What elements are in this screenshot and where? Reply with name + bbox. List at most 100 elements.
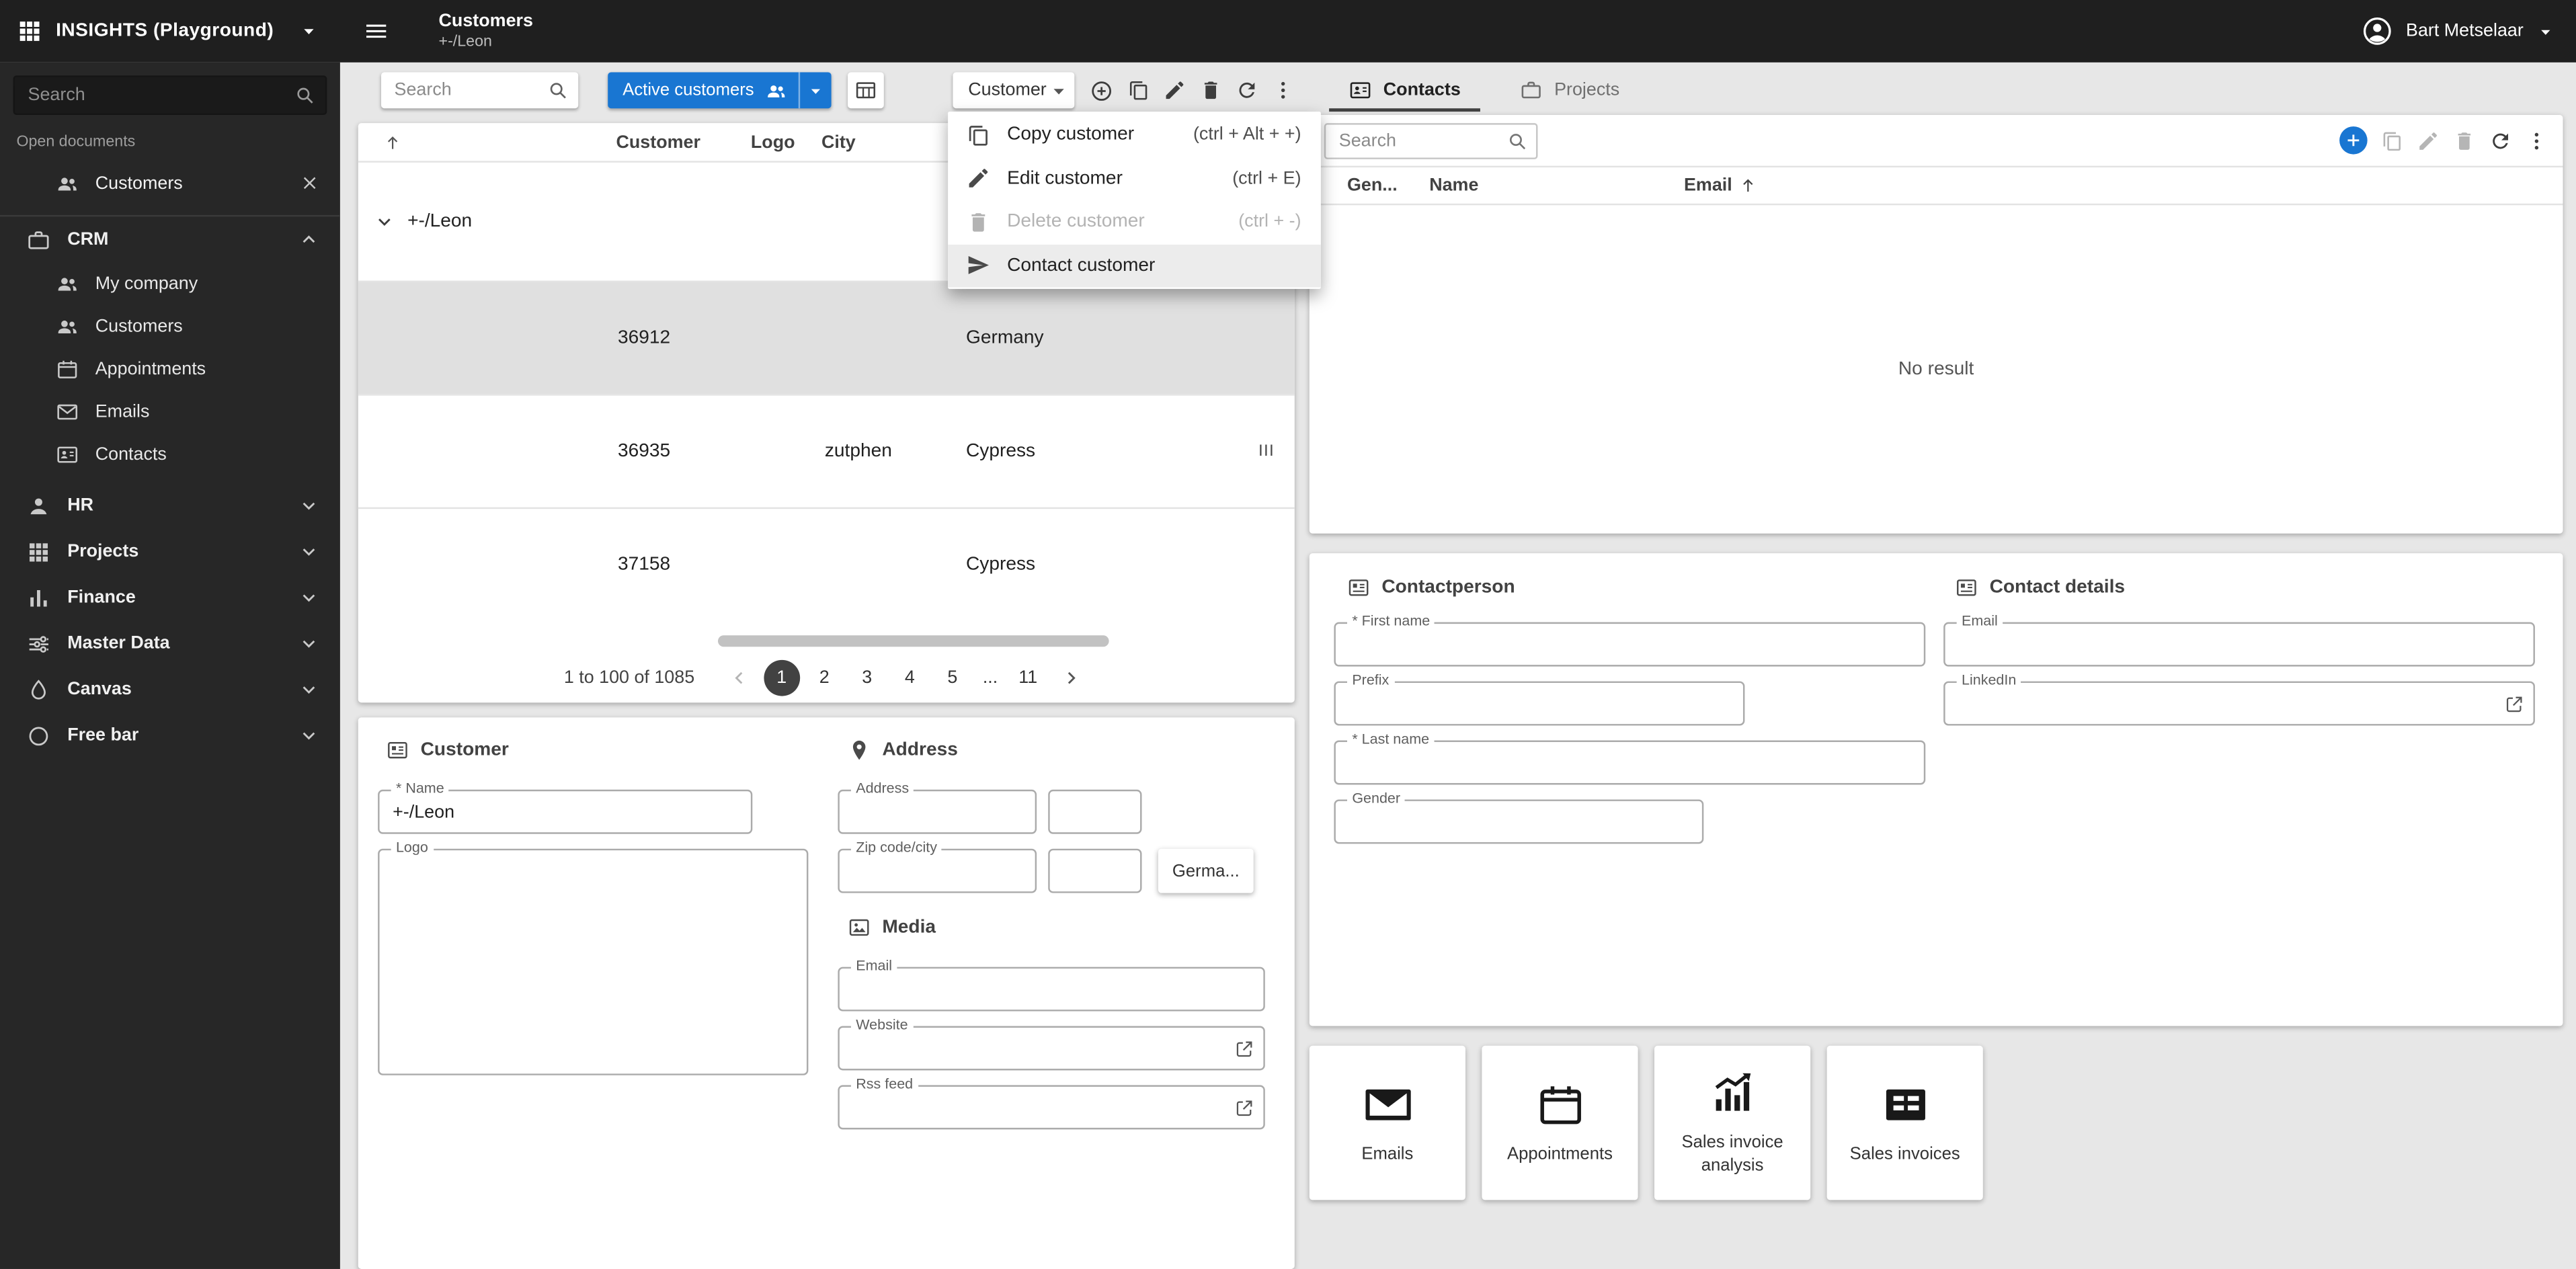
contacts-table-header: Gen... Name Email (1309, 165, 2563, 206)
active-customers-filter-button[interactable]: Active customers (608, 72, 832, 109)
open-in-new-icon[interactable] (2504, 693, 2526, 714)
edit-customer-button[interactable] (1163, 79, 1186, 101)
sidebar-search-input[interactable] (13, 75, 327, 115)
page-button-3[interactable]: 3 (849, 659, 885, 696)
close-icon[interactable] (299, 172, 321, 194)
contact-email-input[interactable] (1945, 624, 2534, 665)
shortcut-sales-invoice-analysis[interactable]: Sales invoice analysis (1654, 1045, 1811, 1200)
page-button-11[interactable]: 11 (1010, 659, 1046, 696)
tab-projects[interactable]: Projects (1500, 72, 1639, 112)
cell-country: Cypress (966, 555, 1036, 575)
prefix-input[interactable] (1335, 683, 1743, 725)
column-header-gender[interactable]: Gen... (1347, 175, 1398, 195)
customer-actions-dropdown-button[interactable]: Customer (953, 72, 1075, 109)
sidebar-item-appointments[interactable]: Appointments (0, 348, 340, 391)
name-input[interactable] (379, 791, 751, 833)
open-in-new-icon[interactable] (1234, 1038, 1255, 1059)
table-row[interactable]: 36912 Germany (358, 280, 1295, 395)
first-name-input[interactable] (1335, 624, 1924, 665)
sidebar-item-customers[interactable]: Customers (0, 305, 340, 348)
table-row[interactable]: 37158 Cypress (358, 507, 1295, 621)
chevron-down-icon (297, 632, 320, 655)
column-header-city[interactable]: City (821, 132, 856, 152)
sidebar-item-contacts[interactable]: Contacts (0, 434, 340, 477)
zip-input[interactable] (839, 850, 1035, 892)
address-number-input[interactable] (1049, 791, 1141, 833)
column-header-name[interactable]: Name (1429, 175, 1478, 195)
country-button[interactable]: Germa... (1158, 848, 1254, 893)
sidebar-section-canvas[interactable]: Canvas (0, 667, 340, 712)
last-name-input[interactable] (1335, 741, 1924, 784)
badge-icon (1955, 576, 1978, 599)
sidebar-item-emails[interactable]: Emails (0, 391, 340, 434)
menu-item-edit-customer[interactable]: Edit customer (ctrl + E) (948, 157, 1321, 200)
top-bar: INSIGHTS (Playground) Customers +-/Leon … (0, 0, 2576, 63)
more-options-button[interactable] (2525, 129, 2548, 152)
sidebar-section-hr[interactable]: HR (0, 483, 340, 528)
shortcut-sales-invoices[interactable]: Sales invoices (1826, 1045, 1983, 1200)
website-field: Website (838, 1017, 1265, 1071)
sidebar-section-master-data[interactable]: Master Data (0, 620, 340, 666)
delete-customer-button[interactable] (1199, 79, 1222, 101)
app-brand[interactable]: INSIGHTS (Playground) (0, 0, 340, 63)
gender-input[interactable] (1335, 801, 1702, 842)
sidebar-section-finance[interactable]: Finance (0, 575, 340, 620)
email-input[interactable] (839, 969, 1264, 1010)
menu-item-copy-customer[interactable]: Copy customer (ctrl + Alt + +) (948, 114, 1321, 157)
copy-customer-button[interactable] (1127, 79, 1150, 101)
sidebar-section-free-bar[interactable]: Free bar (0, 712, 340, 758)
sidebar-item-my-company[interactable]: My company (0, 263, 340, 306)
shortcut-emails[interactable]: Emails (1309, 1045, 1465, 1200)
menu-item-delete-customer[interactable]: Delete customer (ctrl + -) (948, 200, 1321, 244)
table-row[interactable]: 36935 zutphen Cypress III (358, 394, 1295, 507)
shortcut-appointments[interactable]: Appointments (1482, 1045, 1638, 1200)
column-layout-button[interactable] (847, 72, 884, 109)
contacts-search-input[interactable] (1324, 122, 1538, 159)
refresh-button[interactable] (2489, 129, 2512, 152)
edit-contact-button[interactable] (2417, 129, 2440, 152)
next-page-button[interactable] (1053, 659, 1089, 696)
logo-input[interactable] (379, 850, 807, 1074)
section-title: Customer (420, 740, 509, 760)
sidebar-section-projects[interactable]: Projects (0, 528, 340, 574)
calendar-icon (1535, 1080, 1584, 1129)
bar-chart-icon (26, 585, 51, 610)
page-button-2[interactable]: 2 (806, 659, 842, 696)
chevron-down-icon (297, 724, 320, 747)
address-section-header: Address (848, 739, 958, 762)
address-input[interactable] (839, 791, 1035, 833)
page-button-5[interactable]: 5 (934, 659, 971, 696)
linkedin-input[interactable] (1945, 683, 2534, 725)
more-options-button[interactable] (1272, 79, 1295, 101)
tab-contacts[interactable]: Contacts (1329, 72, 1481, 112)
column-header-customer[interactable]: Customer (616, 132, 700, 152)
chevron-down-icon (297, 540, 320, 563)
open-document-customers[interactable]: Customers (0, 161, 340, 205)
filter-dropdown-button[interactable] (800, 79, 831, 101)
empty-result-text: No result (1898, 359, 1974, 380)
open-in-new-icon[interactable] (1234, 1097, 1255, 1118)
delete-contact-button[interactable] (2453, 129, 2476, 152)
invoice-icon (1880, 1080, 1929, 1129)
website-input[interactable] (839, 1027, 1264, 1069)
column-header-logo[interactable]: Logo (751, 132, 795, 152)
previous-page-button[interactable] (721, 659, 757, 696)
hamburger-menu-button[interactable] (363, 18, 389, 44)
city-input[interactable] (1049, 850, 1141, 892)
copy-contact-button[interactable] (2380, 129, 2403, 152)
sort-column-button[interactable] (383, 132, 402, 152)
rss-feed-input[interactable] (839, 1086, 1264, 1128)
column-header-label: Email (1683, 175, 1732, 196)
add-contact-button[interactable] (2339, 126, 2368, 155)
sidebar-section-crm[interactable]: CRM (0, 216, 340, 262)
briefcase-icon (1520, 79, 1543, 101)
refresh-button[interactable] (1236, 79, 1258, 101)
column-header-email[interactable]: Email (1683, 175, 1759, 196)
page-button-1[interactable]: 1 (763, 659, 800, 696)
menu-item-contact-customer[interactable]: Contact customer (948, 243, 1321, 288)
add-customer-button[interactable] (1089, 78, 1114, 103)
page-button-4[interactable]: 4 (891, 659, 928, 696)
field-label: Prefix (1346, 672, 1394, 688)
user-menu[interactable]: Bart Metselaar (2362, 15, 2576, 48)
scrollbar-thumb[interactable] (717, 635, 1109, 647)
